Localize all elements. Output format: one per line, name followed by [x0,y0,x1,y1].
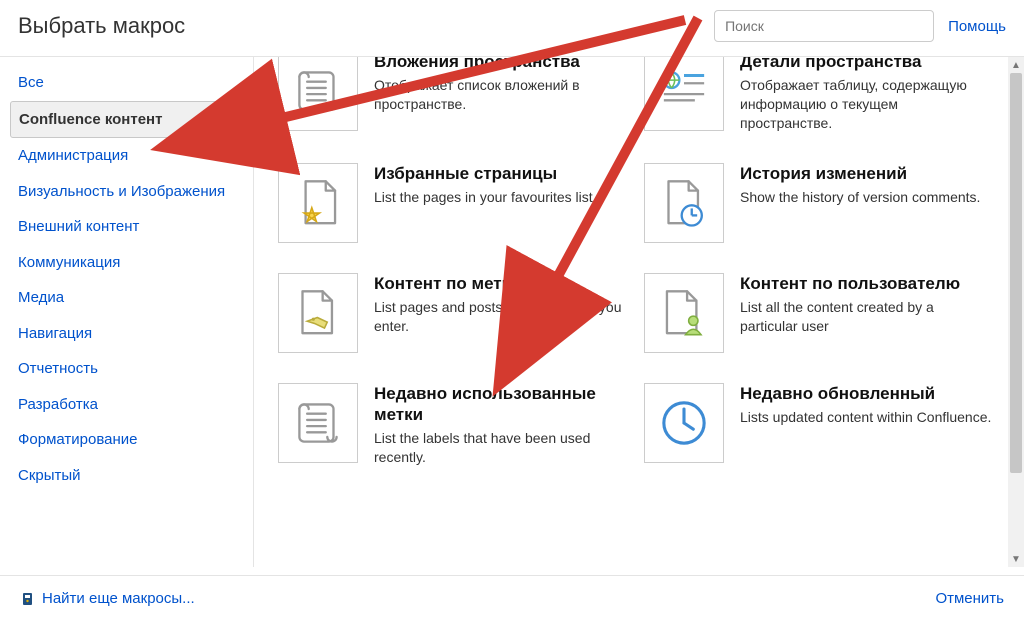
sidebar-item[interactable]: Администрация [10,138,243,174]
sidebar-item[interactable]: Форматирование [10,422,243,458]
sidebar-item[interactable]: Скрытый [10,458,243,494]
macro-description: Lists updated content within Confluence. [740,408,994,427]
space-details-icon [644,57,724,131]
macro-title: Контент по метке [374,273,628,294]
macro-description: Show the history of version comments. [740,188,994,207]
macro-title: Недавно обновленный [740,383,994,404]
macro-description: Отображает таблицу, содержащую информаци… [740,76,994,133]
macro-title: Детали пространства [740,57,994,72]
macro-title: Недавно использованные метки [374,383,628,426]
plugin-icon [20,591,36,607]
macro-item[interactable]: Детали пространства Отображает таблицу, с… [644,57,1000,133]
search-input[interactable] [714,10,934,42]
sidebar-item[interactable]: Навигация [10,316,243,352]
macro-text: История изменений Show the history of ver… [740,163,1000,243]
find-more-macros-link[interactable]: Найти еще макросы... [20,590,195,607]
macro-item[interactable]: Недавно использованные меткиList the lab… [278,383,634,467]
macro-text: Контент по пользователю List all the cont… [740,273,1000,353]
macro-item[interactable]: Контент по метке List pages and posts wit… [278,273,634,353]
macro-description: List the pages in your favourites list. [374,188,628,207]
macro-text: Недавно использованные меткиList the lab… [374,383,634,467]
macro-list-pane: Вложения пространства Отображает список в… [254,57,1024,567]
dialog-title: Выбрать макрос [18,13,714,39]
macro-item[interactable]: Недавно обновленный Lists updated content… [644,383,1000,467]
macro-title: Контент по пользователю [740,273,994,294]
cancel-button[interactable]: Отменить [935,590,1004,607]
macro-description: List the labels that have been used rece… [374,429,628,467]
macro-description: List pages and posts with the labels you… [374,298,628,336]
sidebar-item[interactable]: Отчетность [10,351,243,387]
macro-text: Контент по метке List pages and posts wit… [374,273,634,353]
macro-item[interactable]: Контент по пользователю List all the cont… [644,273,1000,353]
sidebar-item[interactable]: Confluence контент [10,101,243,139]
help-link[interactable]: Помощь [948,18,1006,35]
macro-title: Избранные страницы [374,163,628,184]
page-user-icon [644,273,724,353]
sidebar-item[interactable]: Коммуникация [10,245,243,281]
scroll-icon [278,57,358,131]
sidebar-item[interactable]: Медиа [10,280,243,316]
macro-item[interactable]: История изменений Show the history of ver… [644,163,1000,243]
clock-icon [644,383,724,463]
sidebar-item[interactable]: Внешний контент [10,209,243,245]
macro-text: Вложения пространства Отображает список в… [374,57,634,133]
find-more-label: Найти еще макросы... [42,590,195,607]
scroll-up-button[interactable]: ▲ [1008,57,1024,73]
scrollbar[interactable]: ▲ ▼ [1008,57,1024,567]
macro-title: История изменений [740,163,994,184]
sidebar-item[interactable]: Разработка [10,387,243,423]
macro-title: Вложения пространства [374,57,628,72]
macro-description: Отображает список вложений в пространств… [374,76,628,114]
macro-description: List all the content created by a partic… [740,298,994,336]
page-tag-icon [278,273,358,353]
sidebar-item[interactable]: Все [10,65,243,101]
macro-text: Недавно обновленный Lists updated content… [740,383,1000,467]
macro-item[interactable]: Вложения пространства Отображает список в… [278,57,634,133]
scroll-icon [278,383,358,463]
scrollbar-thumb[interactable] [1010,73,1022,473]
dialog-body: ВсеConfluence контентАдминистрацияВизуал… [0,57,1024,567]
dialog-header: Выбрать макрос Помощь [0,0,1024,57]
macro-text: Детали пространства Отображает таблицу, с… [740,57,1000,133]
macro-text: Избранные страницы List the pages in your… [374,163,634,243]
page-clock-icon [644,163,724,243]
sidebar-item[interactable]: Визуальность и Изображения [10,174,243,210]
macro-item[interactable]: Избранные страницы List the pages in your… [278,163,634,243]
page-star-icon [278,163,358,243]
scroll-down-button[interactable]: ▼ [1008,551,1024,567]
category-sidebar: ВсеConfluence контентАдминистрацияВизуал… [0,57,254,567]
dialog-footer: Найти еще макросы... Отменить [0,575,1024,621]
